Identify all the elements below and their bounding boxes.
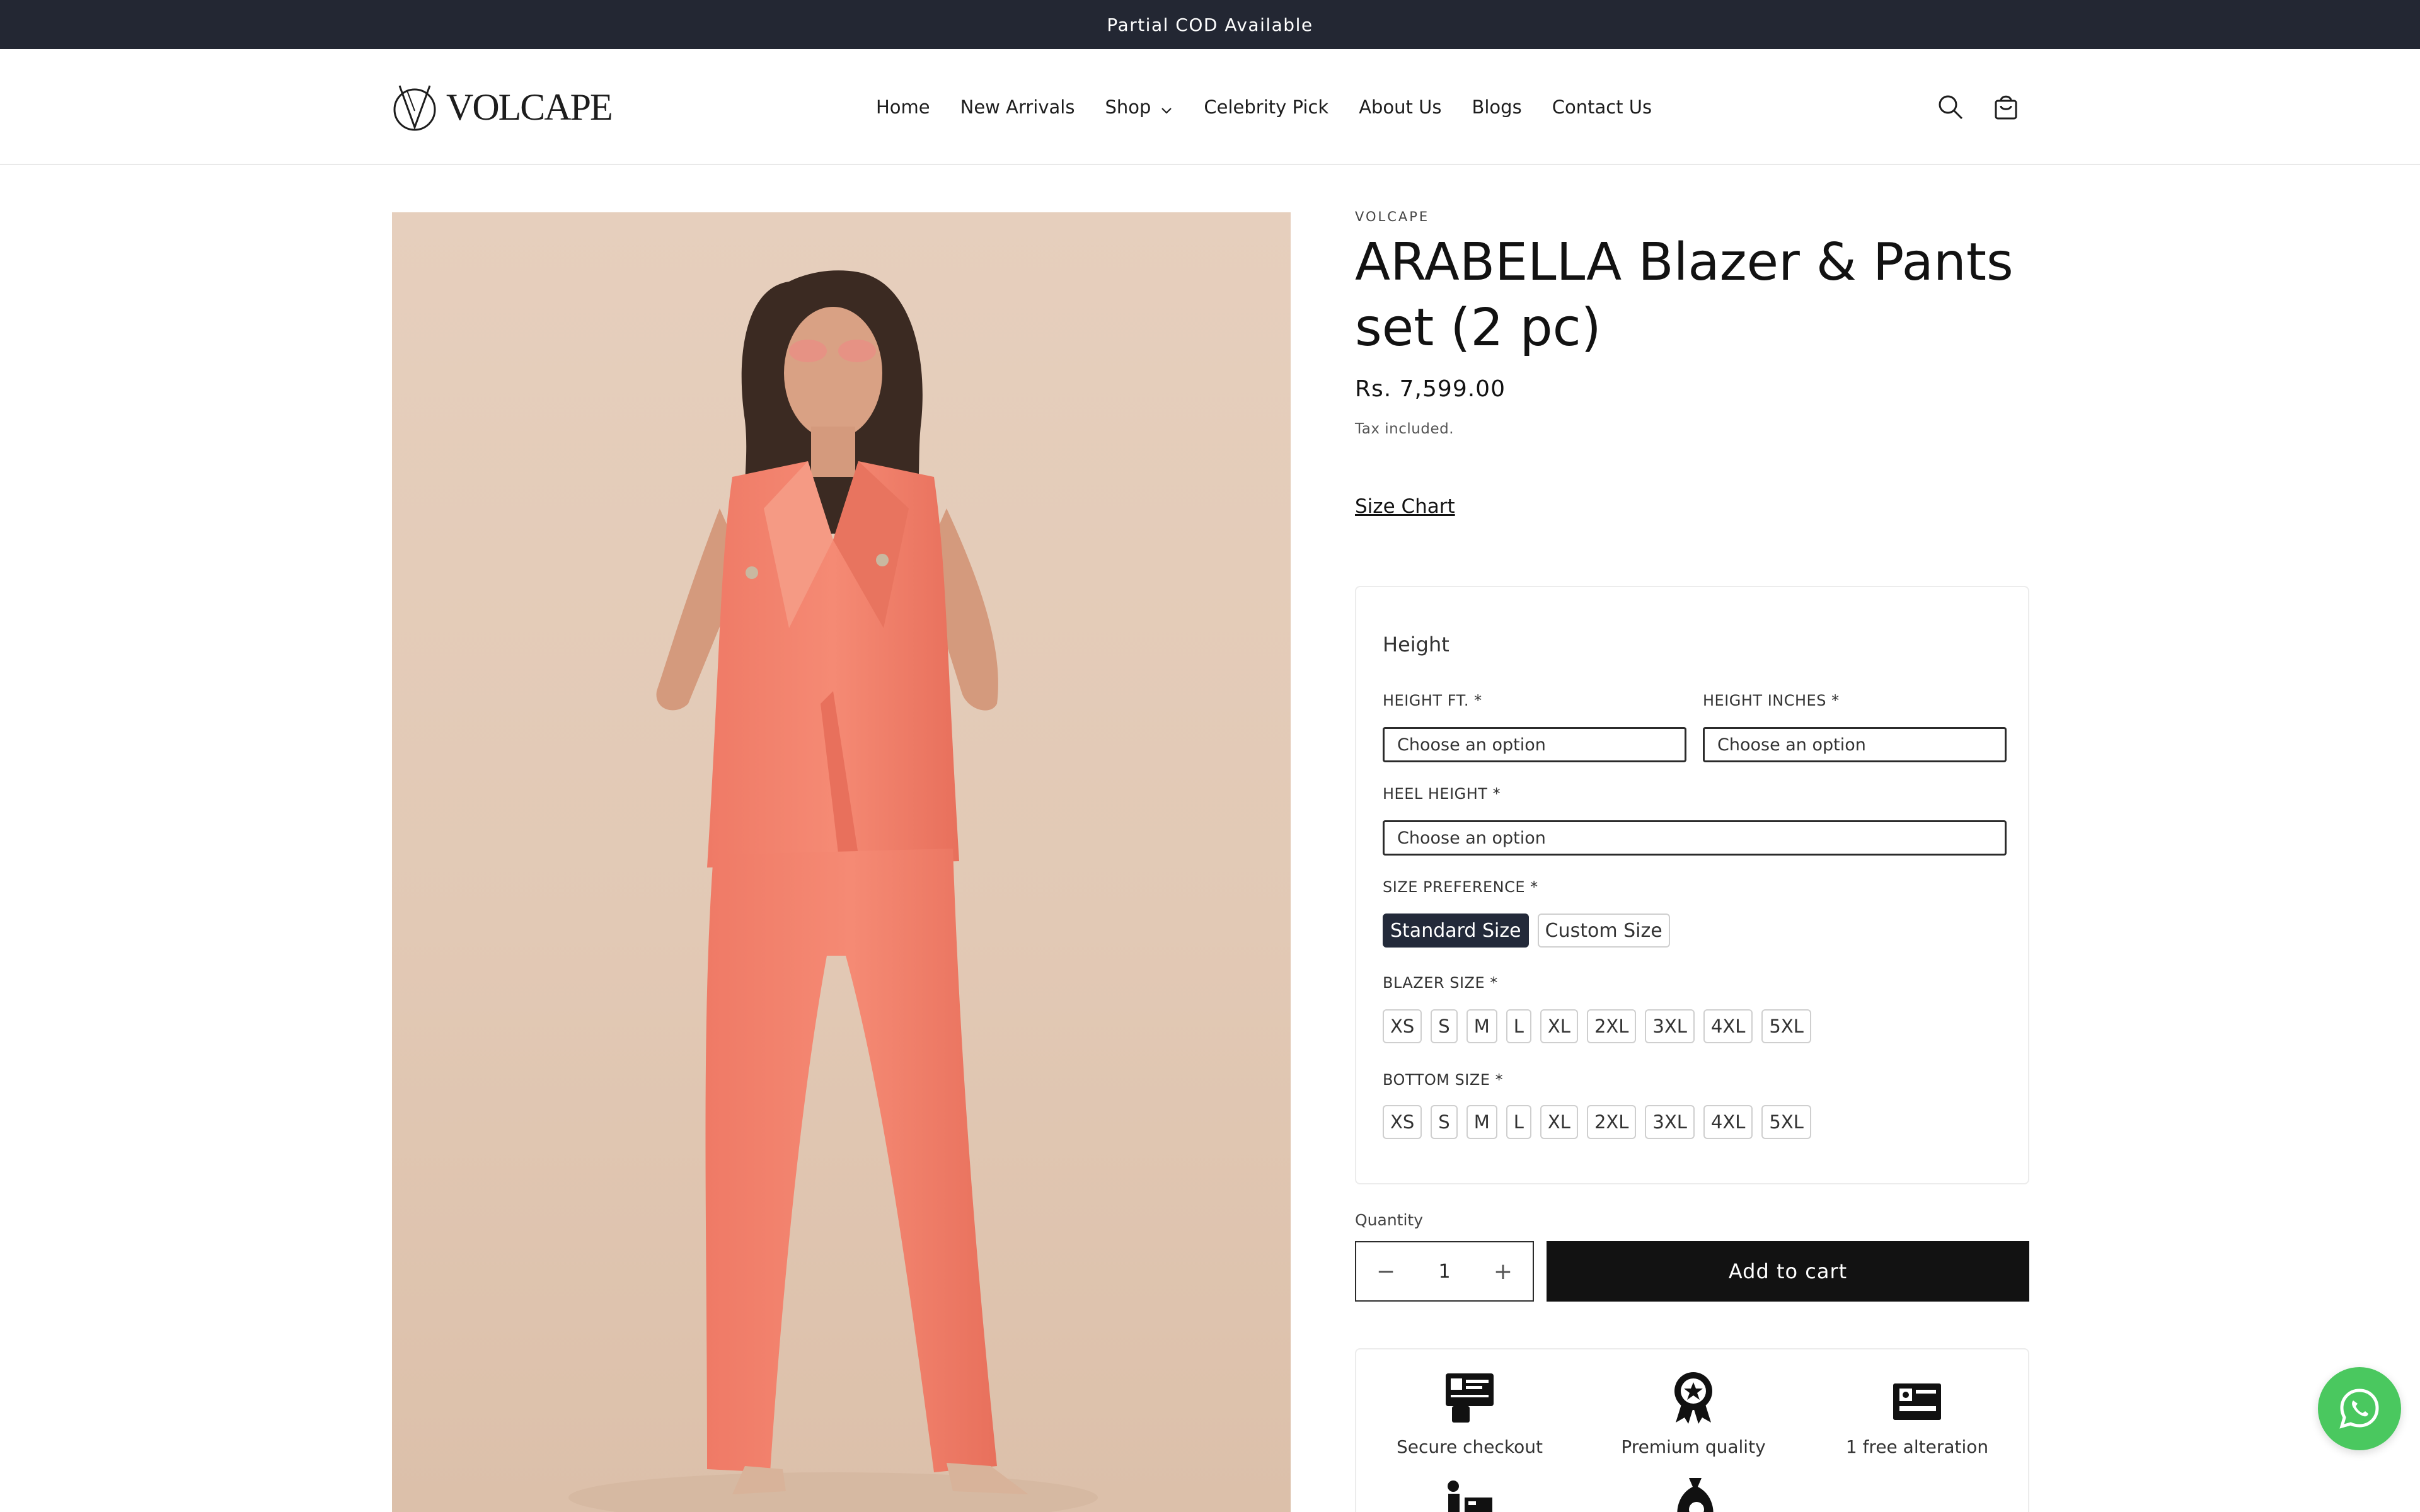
product-options: Height HEIGHT FT. * Choose an option HEI… xyxy=(1355,586,2029,1184)
money-bag-icon xyxy=(1677,1478,1714,1512)
product-image[interactable] xyxy=(392,212,1291,1512)
nav-celebrity-pick[interactable]: Celebrity Pick xyxy=(1204,96,1328,118)
nav-about-us[interactable]: About Us xyxy=(1359,96,1441,118)
blazer-size-2xl[interactable]: 2XL xyxy=(1586,1009,1637,1043)
main-nav: Home New Arrivals Shop Celebrity Pick Ab… xyxy=(876,49,1652,165)
alteration-icon xyxy=(1893,1383,1941,1420)
size-chart-link[interactable]: Size Chart xyxy=(1355,495,1455,518)
feature-premium-quality: Premium quality xyxy=(1599,1367,1788,1457)
whatsapp-icon xyxy=(2339,1389,2379,1429)
quantity-decrease-button[interactable]: − xyxy=(1356,1242,1415,1300)
size-preference-custom[interactable]: Custom Size xyxy=(1537,914,1670,948)
cart-icon xyxy=(1995,95,2017,120)
chevron-down-icon xyxy=(1160,100,1173,114)
whatsapp-button[interactable] xyxy=(2318,1367,2401,1450)
height-ft-select[interactable]: Choose an option xyxy=(1383,727,1686,762)
size-preference-label: SIZE PREFERENCE * xyxy=(1383,878,1538,896)
blazer-size-m[interactable]: M xyxy=(1466,1009,1497,1043)
nav-blogs[interactable]: Blogs xyxy=(1472,96,1521,118)
announcement-text: Partial COD Available xyxy=(1107,14,1313,35)
blazer-size-4xl[interactable]: 4XL xyxy=(1703,1009,1753,1043)
logo-text: VOLCAPE xyxy=(446,86,613,128)
nav-new-arrivals[interactable]: New Arrivals xyxy=(960,96,1075,118)
quantity-stepper: − 1 + xyxy=(1355,1241,1534,1302)
height-inches-select[interactable]: Choose an option xyxy=(1703,727,2007,762)
blazer-size-s[interactable]: S xyxy=(1431,1009,1458,1043)
announcement-bar: Partial COD Available xyxy=(0,0,2420,49)
blazer-size-5xl[interactable]: 5XL xyxy=(1761,1009,1811,1043)
secure-checkout-icon xyxy=(1446,1373,1494,1423)
heel-height-label: HEEL HEIGHT * xyxy=(1383,785,1501,803)
nav-shop[interactable]: Shop xyxy=(1105,96,1173,118)
logo-mark-icon xyxy=(393,85,436,131)
product-title: ARABELLA Blazer & Pants set (2 pc) xyxy=(1355,232,2014,358)
bottom-size-3xl[interactable]: 3XL xyxy=(1645,1105,1695,1139)
quantity-label: Quantity xyxy=(1355,1211,1424,1229)
blazer-size-choices: XS S M L XL 2XL 3XL 4XL 5XL xyxy=(1383,1009,1811,1043)
bottom-size-choices: XS S M L XL 2XL 3XL 4XL 5XL xyxy=(1383,1105,1811,1139)
feature-secure-checkout: Secure checkout xyxy=(1375,1367,1564,1457)
bottom-size-s[interactable]: S xyxy=(1431,1105,1458,1139)
size-preference-standard[interactable]: Standard Size xyxy=(1383,914,1529,948)
product-model-illustration xyxy=(568,270,1098,1512)
bottom-size-2xl[interactable]: 2XL xyxy=(1586,1105,1637,1139)
heel-height-select[interactable]: Choose an option xyxy=(1383,820,2007,856)
options-heading: Height xyxy=(1383,633,1449,656)
size-preference-choices: Standard Size Custom Size xyxy=(1383,914,1670,948)
search-icon xyxy=(1939,95,1963,120)
quantity-input[interactable]: 1 xyxy=(1415,1261,1473,1283)
bottom-size-l[interactable]: L xyxy=(1506,1105,1531,1139)
nav-contact-us[interactable]: Contact Us xyxy=(1552,96,1652,118)
feature-free-alteration: 1 free alteration xyxy=(1823,1367,2012,1457)
cart-button[interactable] xyxy=(1984,85,2028,129)
add-to-cart-button[interactable]: Add to cart xyxy=(1547,1241,2029,1302)
bottom-size-5xl[interactable]: 5XL xyxy=(1761,1105,1811,1139)
blazer-size-label: BLAZER SIZE * xyxy=(1383,974,1498,992)
product-price: Rs. 7,599.00 xyxy=(1355,376,1506,402)
blazer-size-xl[interactable]: XL xyxy=(1540,1009,1578,1043)
site-header: VOLCAPE Home New Arrivals Shop Celebrity… xyxy=(0,49,2420,165)
delivery-icon xyxy=(1448,1480,1492,1512)
height-ft-label: HEIGHT FT. * xyxy=(1383,692,1482,709)
quantity-increase-button[interactable]: + xyxy=(1473,1242,1533,1300)
height-inches-label: HEIGHT INCHES * xyxy=(1703,692,1840,709)
blazer-size-l[interactable]: L xyxy=(1506,1009,1531,1043)
blazer-size-3xl[interactable]: 3XL xyxy=(1645,1009,1695,1043)
premium-quality-icon xyxy=(1674,1372,1712,1424)
bottom-size-m[interactable]: M xyxy=(1466,1105,1497,1139)
bottom-size-xs[interactable]: XS xyxy=(1383,1105,1422,1139)
bottom-size-xl[interactable]: XL xyxy=(1540,1105,1578,1139)
bottom-size-4xl[interactable]: 4XL xyxy=(1703,1105,1753,1139)
product-vendor: VOLCAPE xyxy=(1355,209,1430,224)
tax-note: Tax included. xyxy=(1355,421,1454,437)
nav-home[interactable]: Home xyxy=(876,96,930,118)
blazer-size-xs[interactable]: XS xyxy=(1383,1009,1422,1043)
search-button[interactable] xyxy=(1928,85,1973,129)
features-panel: Secure checkout Premium quality 1 free a… xyxy=(1355,1348,2029,1512)
bottom-size-label: BOTTOM SIZE * xyxy=(1383,1071,1504,1089)
logo[interactable]: VOLCAPE xyxy=(389,81,613,134)
